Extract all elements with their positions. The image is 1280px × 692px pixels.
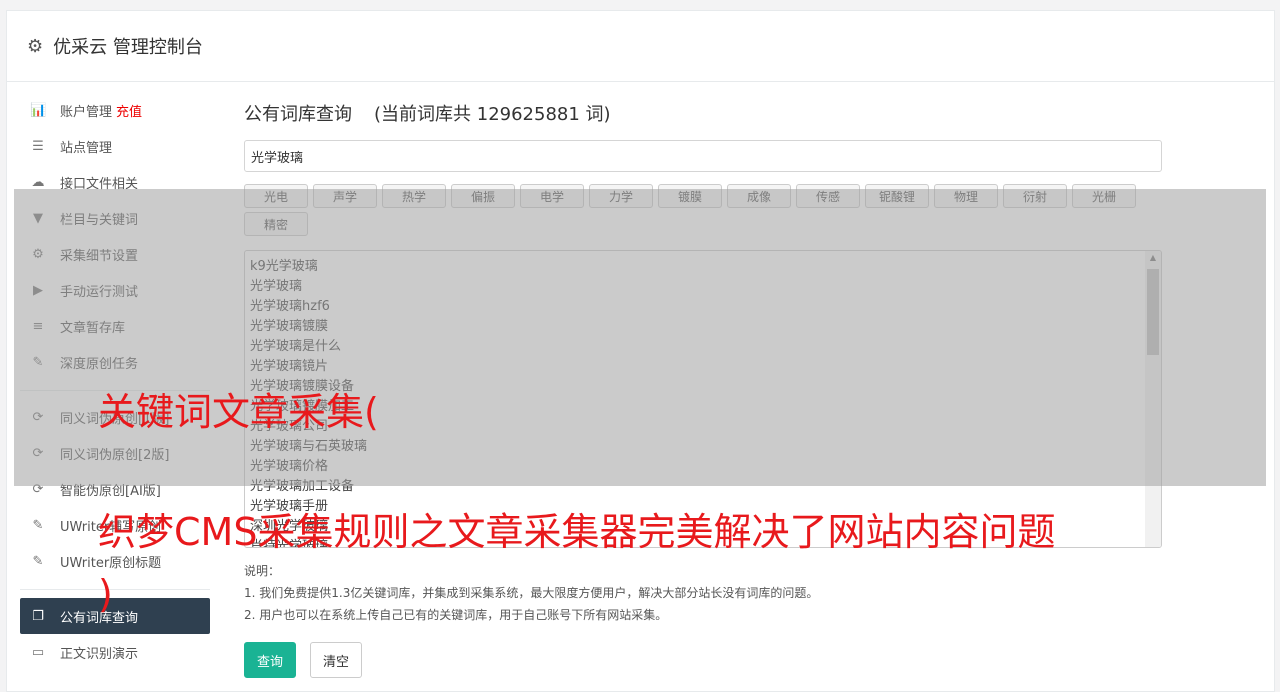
notes-title: 说明： — [244, 564, 281, 578]
sidebar-item-label: 账户管理 — [60, 104, 113, 120]
clear-button[interactable]: 清空 — [310, 642, 363, 678]
scroll-up-icon[interactable]: ▲ — [1145, 253, 1161, 262]
sidebar-item-sites[interactable]: ☰ 站点管理 — [20, 128, 210, 164]
filter-icon: ▼ — [33, 210, 43, 226]
list-item[interactable]: 光学玻璃是什么 — [250, 337, 1161, 357]
sidebar-item-interface-files[interactable]: ☁ 接口文件相关 — [20, 164, 210, 200]
sidebar-item-label: 站点管理 — [60, 140, 113, 156]
tag-button[interactable]: 力学 — [589, 184, 653, 208]
list-item[interactable]: 光学玻璃 — [250, 277, 1161, 297]
notes: 说明： 1. 我们免费提供1.3亿关键词库，并集成到采集系统，最大限度方便用户，… — [244, 560, 1164, 626]
tag-button[interactable]: 声学 — [313, 184, 377, 208]
edit-icon: ✎ — [32, 354, 44, 370]
sidebar-item-label: 同义词伪原创[2版] — [60, 447, 170, 463]
sidebar-item-label: 深度原创任务 — [60, 356, 139, 372]
tag-button[interactable]: 电学 — [520, 184, 584, 208]
sidebar-item-text-recognition[interactable]: ▭ 正文识别演示 — [20, 634, 210, 670]
play-circle-icon: ▶ — [33, 282, 43, 298]
note-line: 1. 我们免费提供1.3亿关键词库，并集成到采集系统，最大限度方便用户，解决大部… — [244, 586, 819, 600]
sidebar-item-collect-settings[interactable]: ⚙ 采集细节设置 — [20, 236, 210, 272]
list-item[interactable]: 光学玻璃镀膜加工 — [250, 397, 1161, 417]
tag-button[interactable]: 光栅 — [1072, 184, 1136, 208]
sidebar-item-label: 栏目与关键词 — [60, 212, 139, 228]
sidebar-item-label: 手动运行测试 — [60, 284, 139, 300]
recharge-link[interactable]: 充值 — [116, 101, 142, 120]
header: ⚙ 优采云 管理控制台 — [7, 11, 1274, 82]
cogs-icon: ⚙ — [32, 246, 44, 262]
refresh-icon: ⟳ — [32, 409, 44, 425]
main-content: 公有词库查询 (当前词库共 129625881 词) 光电 声学 热学 偏振 电学… — [244, 100, 1164, 678]
server-icon: ☰ — [32, 138, 44, 154]
section-title-text: 公有词库查询 — [244, 104, 352, 125]
tag-button[interactable]: 光电 — [244, 184, 308, 208]
list-item[interactable]: k9光学玻璃 — [250, 257, 1161, 277]
sidebar-item-account[interactable]: 📊 账户管理 充值 — [20, 92, 210, 128]
tag-button[interactable]: 铌酸锂 — [865, 184, 929, 208]
section-title: 公有词库查询 (当前词库共 129625881 词) — [244, 100, 1164, 130]
tag-button[interactable]: 镀膜 — [658, 184, 722, 208]
list-item[interactable]: 光学玻璃hzf6 — [250, 297, 1161, 317]
tag-button[interactable]: 传感 — [796, 184, 860, 208]
tag-button[interactable]: 偏振 — [451, 184, 515, 208]
sidebar-item-columns-keywords[interactable]: ▼ 栏目与关键词 — [20, 200, 210, 236]
sidebar-item-synonym-v2[interactable]: ⟳ 同义词伪原创[2版] — [20, 435, 210, 471]
divider — [20, 589, 210, 590]
overlay-caption-line1: 关键词文章采集( — [98, 390, 379, 434]
keyword-search-input[interactable] — [244, 140, 1162, 172]
list-item[interactable]: 光学玻璃公司 — [250, 417, 1161, 437]
tag-button[interactable]: 成像 — [727, 184, 791, 208]
list-item[interactable]: 光学玻璃镜片 — [250, 357, 1161, 377]
refresh-icon: ⟳ — [32, 445, 44, 461]
overlay-caption-line3: ) — [98, 572, 113, 616]
scrollbar-thumb[interactable] — [1147, 269, 1159, 355]
tag-button[interactable]: 精密 — [244, 212, 308, 236]
sidebar-item-manual-run[interactable]: ▶ 手动运行测试 — [20, 272, 210, 308]
list-item[interactable]: 光学玻璃镀膜 — [250, 317, 1161, 337]
page-title: 优采云 管理控制台 — [53, 37, 203, 58]
edit-icon: ✎ — [32, 553, 44, 569]
sidebar-item-label: 接口文件相关 — [60, 176, 139, 192]
sidebar-item-deep-original[interactable]: ✎ 深度原创任务 — [20, 344, 210, 380]
list-item[interactable]: 光学玻璃镀膜设备 — [250, 377, 1161, 397]
note-line: 2. 用户也可以在系统上传自己已有的关键词库，用于自己账号下所有网站采集。 — [244, 608, 668, 622]
sidebar-item-label: 文章暂存库 — [60, 320, 126, 336]
refresh-icon: ⟳ — [32, 481, 44, 497]
tag-button[interactable]: 热学 — [382, 184, 446, 208]
edit-icon: ✎ — [32, 517, 44, 533]
category-tags: 光电 声学 热学 偏振 电学 力学 镀膜 成像 传感 铌酸锂 物理 衍射 光栅 … — [244, 184, 1144, 240]
bar-chart-icon: 📊 — [30, 102, 47, 118]
scrollbar[interactable]: ▲ — [1145, 251, 1161, 547]
book-icon: ❐ — [32, 608, 44, 624]
action-buttons: 查询 清空 — [244, 642, 1164, 678]
sidebar-item-label: 采集细节设置 — [60, 248, 139, 264]
sidebar-item-article-store[interactable]: ≡ 文章暂存库 — [20, 308, 210, 344]
tag-button[interactable]: 物理 — [934, 184, 998, 208]
list-item[interactable]: 光学玻璃与石英玻璃 — [250, 437, 1161, 457]
query-button[interactable]: 查询 — [244, 642, 297, 678]
sidebar-item-ai-original[interactable]: ⟳ 智能伪原创[AI版] — [20, 471, 210, 507]
sidebar-item-label: 正文识别演示 — [60, 646, 139, 662]
cloud-upload-icon: ☁ — [31, 174, 45, 190]
sidebar-item-label: 智能伪原创[AI版] — [60, 483, 161, 499]
desktop-icon: ▭ — [31, 644, 45, 660]
list-item[interactable]: 光学玻璃加工设备 — [250, 477, 1161, 497]
sidebar: 📊 账户管理 充值 ☰ 站点管理 ☁ 接口文件相关 ▼ 栏目与关键词 ⚙ 采集细… — [20, 92, 210, 670]
gear-icon: ⚙ — [27, 35, 44, 57]
results-list[interactable]: k9光学玻璃 光学玻璃 光学玻璃hzf6 光学玻璃镀膜 光学玻璃是什么 光学玻璃… — [244, 250, 1162, 548]
tag-button[interactable]: 衍射 — [1003, 184, 1067, 208]
database-icon: ≡ — [32, 318, 44, 334]
list-item[interactable]: 光学玻璃价格 — [250, 457, 1161, 477]
sidebar-item-public-lexicon[interactable]: ❐ 公有词库查询 — [20, 598, 210, 634]
lexicon-count: (当前词库共 129625881 词) — [374, 104, 611, 125]
overlay-caption-line2: 织梦CMS采集规则之文章采集器完美解决了网站内容问题 — [98, 510, 1056, 554]
